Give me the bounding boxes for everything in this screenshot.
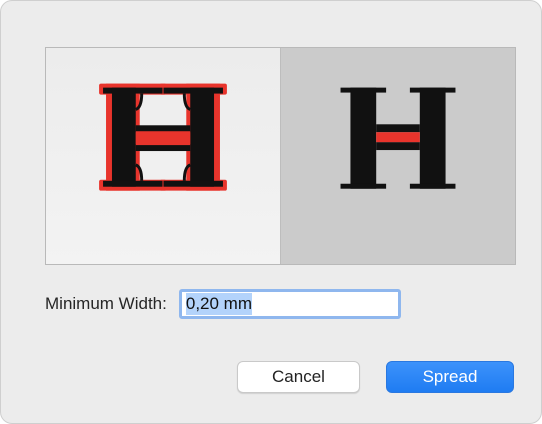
preview-after-pane [281,48,515,264]
minimum-width-label: Minimum Width: [45,294,167,313]
glyph-after-preview [340,87,456,189]
glyph-before-preview [99,83,227,191]
spread-dialog: Minimum Width: 0,20 mm Cancel Spread [0,0,542,424]
preview-before-pane [46,48,281,264]
crossbar-highlight [135,132,191,145]
stroke-preview [45,47,516,265]
cancel-button[interactable]: Cancel [237,361,360,393]
crossbar-highlight-after [376,132,420,143]
spread-button[interactable]: Spread [386,361,514,393]
minimum-width-row: Minimum Width: 0,20 mm [45,284,401,324]
minimum-width-value: 0,20 mm [185,293,252,315]
minimum-width-input[interactable]: 0,20 mm [178,289,401,319]
